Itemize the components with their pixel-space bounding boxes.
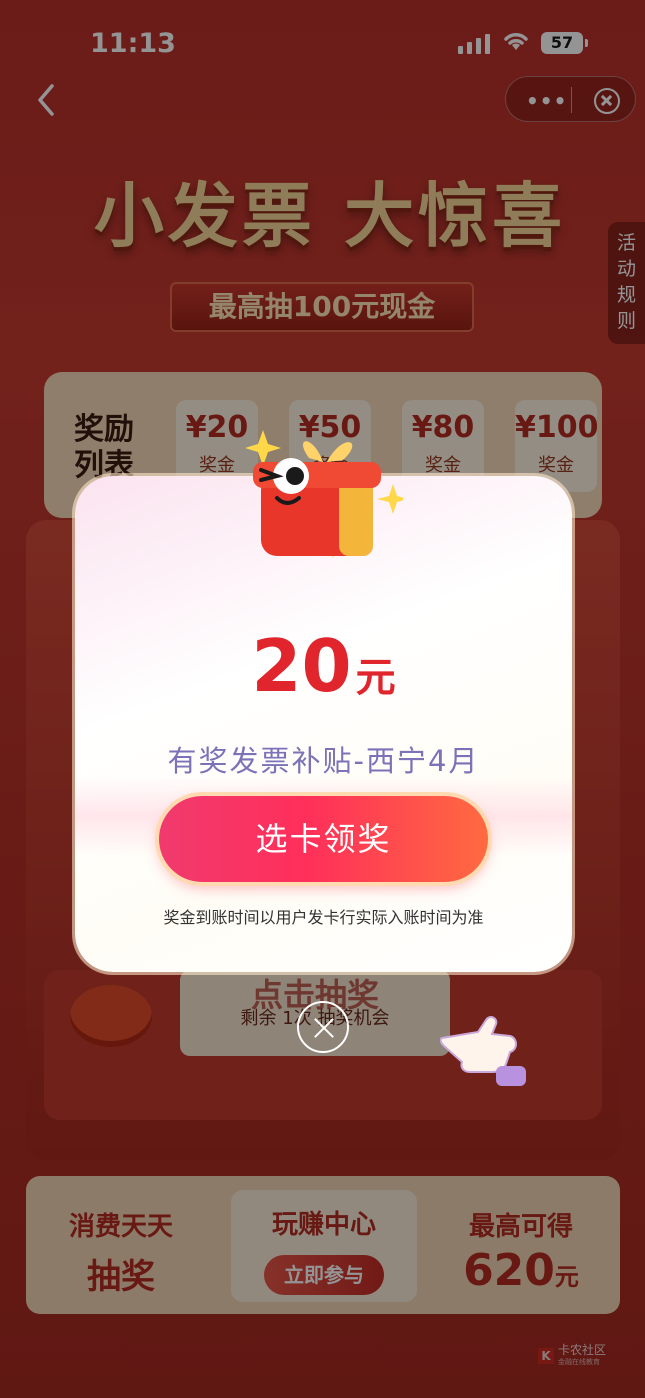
pointing-hand-icon	[440, 1016, 526, 1086]
payout-notice: 奖金到账时间以用户发卡行实际入账时间为准	[163, 908, 484, 927]
gift-box-icon	[245, 430, 403, 558]
prize-amount: 20 元	[75, 624, 572, 708]
prize-name: 有奖发票补贴-西宁4月	[167, 744, 480, 778]
prize-amount-unit: 元	[355, 655, 396, 701]
prize-amount-number: 20	[251, 624, 352, 708]
close-modal-button[interactable]	[297, 1001, 349, 1053]
claim-prize-button[interactable]: 选卡领奖	[159, 796, 488, 882]
